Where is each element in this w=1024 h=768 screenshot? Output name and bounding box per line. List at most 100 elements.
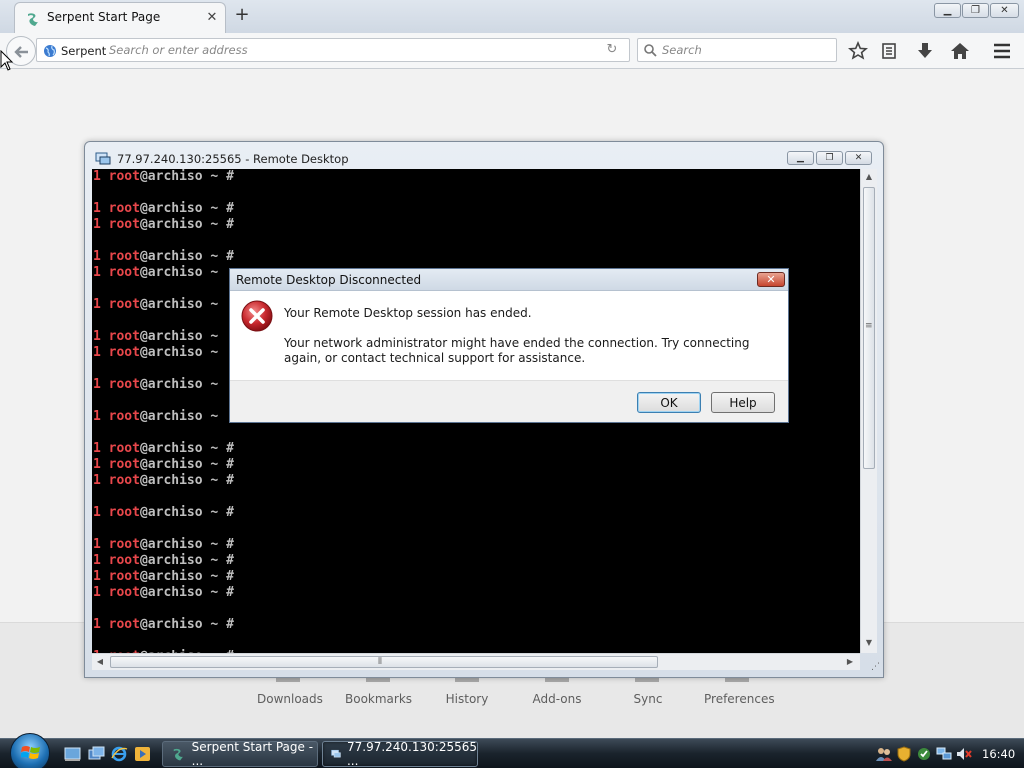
terminal-username: root — [108, 201, 140, 216]
internet-explorer-icon[interactable] — [111, 746, 128, 762]
update-check-icon[interactable] — [916, 746, 932, 762]
terminal-hostname: @archiso — [139, 249, 203, 264]
remote-desktop-icon — [95, 152, 111, 165]
security-shield-icon[interactable] — [896, 746, 912, 762]
dialog-message: Your network administrator might have en… — [284, 336, 750, 365]
rdp-close-button[interactable]: ✕ — [845, 151, 872, 165]
terminal-hostname: @archiso — [139, 345, 203, 360]
launcher-sync[interactable]: Sync — [630, 692, 666, 706]
rdp-minimize-button[interactable]: ▁ — [787, 151, 814, 165]
terminal-hostname: @archiso — [139, 265, 203, 280]
dialog-title: Remote Desktop Disconnected — [236, 273, 422, 287]
scroll-left-arrow-icon[interactable]: ◀ — [92, 654, 108, 670]
terminal-line-number: 1 — [93, 553, 101, 568]
menu-button[interactable] — [992, 41, 1012, 61]
reload-icon[interactable]: ↻ — [603, 42, 621, 58]
browser-window-controls: ▁ ❐ ✕ — [934, 3, 1019, 19]
terminal-output: 1 root@archiso ~ # 1 root@archiso ~ #1 r… — [93, 169, 234, 653]
terminal-hostname: @archiso — [139, 585, 203, 600]
terminal-prompt-tail: ~ # — [202, 617, 234, 632]
terminal-hostname: @archiso — [139, 569, 203, 584]
launcher-preferences[interactable]: Preferences — [704, 692, 775, 706]
terminal-hostname: @archiso — [139, 297, 203, 312]
terminal-prompt-tail: ~ # — [202, 169, 234, 184]
terminal-hostname: @archiso — [139, 169, 203, 184]
scroll-right-arrow-icon[interactable]: ▶ — [842, 654, 858, 670]
terminal-line-number: 1 — [93, 473, 101, 488]
bookmark-star-button[interactable] — [848, 41, 868, 61]
launcher-bookmarks[interactable]: Bookmarks — [345, 692, 412, 706]
bookmarks-menu-button[interactable] — [879, 41, 899, 61]
tab-close-icon[interactable]: ✕ — [205, 11, 219, 25]
tab-serpent-start-page[interactable]: Serpent Start Page ✕ — [14, 2, 226, 33]
terminal-line: 1 root@archiso ~ — [93, 265, 234, 281]
resize-grip-icon[interactable]: ⋰ — [871, 663, 880, 672]
taskbar-clock[interactable]: 16:40 — [982, 747, 1015, 761]
terminal-username: root — [108, 537, 140, 552]
ok-button[interactable]: OK — [637, 392, 701, 413]
search-input[interactable] — [662, 41, 832, 59]
launcher-history[interactable]: History — [444, 692, 490, 706]
terminal-line: 1 root@archiso ~ — [93, 377, 234, 393]
start-button[interactable] — [10, 733, 50, 768]
taskbar-button-remote-desktop[interactable]: 77.97.240.130:25565 ... — [322, 740, 478, 768]
download-arrow-icon — [918, 43, 932, 58]
network-icon[interactable] — [936, 746, 952, 762]
scroll-down-arrow-icon[interactable]: ▼ — [861, 635, 877, 651]
volume-muted-icon[interactable] — [956, 746, 972, 762]
close-window-button[interactable]: ✕ — [990, 3, 1019, 18]
site-label: Serpent — [61, 44, 107, 58]
switch-windows-icon[interactable] — [88, 746, 105, 762]
terminal-hostname: @archiso — [139, 505, 203, 520]
terminal-line: 1 root@archiso ~ — [93, 329, 234, 345]
rdp-restore-button[interactable]: ❐ — [816, 151, 843, 165]
launcher-downloads[interactable]: Downloads — [257, 692, 323, 706]
terminal-line: 1 root@archiso ~ # — [93, 457, 234, 473]
windows-logo-icon — [21, 746, 40, 759]
downloads-button[interactable] — [915, 41, 935, 61]
terminal-hostname: @archiso — [139, 537, 203, 552]
terminal-prompt-tail: ~ # — [202, 201, 234, 216]
terminal-line: 1 root@archiso ~ # — [93, 505, 234, 521]
star-icon — [848, 41, 868, 60]
terminal-username: root — [108, 553, 140, 568]
media-player-icon[interactable] — [134, 746, 151, 762]
terminal-hostname: @archiso — [139, 457, 203, 472]
terminal-prompt-tail: ~ # — [202, 569, 234, 584]
terminal-username: root — [108, 441, 140, 456]
rdp-window-controls: ▁ ❐ ✕ — [787, 151, 872, 165]
dialog-close-button[interactable]: ✕ — [757, 272, 785, 287]
help-button[interactable]: Help — [711, 392, 775, 413]
terminal-username: root — [108, 377, 140, 392]
globe-icon — [44, 45, 56, 57]
rdp-titlebar: 77.97.240.130:25565 - Remote Desktop — [95, 151, 349, 167]
horizontal-scrollbar[interactable]: ◀ ⦀ ▶ — [92, 653, 860, 670]
terminal-line: 1 root@archiso ~ # — [93, 585, 234, 601]
rdp-title: 77.97.240.130:25565 - Remote Desktop — [117, 152, 349, 166]
users-tray-icon[interactable] — [876, 746, 892, 762]
new-tab-plus-icon[interactable]: + — [232, 5, 252, 25]
address-input[interactable] — [109, 41, 589, 59]
terminal-line-number: 1 — [93, 265, 101, 280]
horizontal-scroll-thumb[interactable] — [110, 656, 658, 668]
site-identity[interactable]: Serpent — [43, 43, 106, 59]
terminal-line-number: 1 — [93, 617, 101, 632]
maximize-button[interactable]: ❐ — [962, 3, 989, 18]
remote-desktop-taskbar-icon — [331, 749, 341, 758]
serpent-logo-icon — [25, 11, 41, 27]
minimize-button[interactable]: ▁ — [934, 3, 961, 18]
browser-titlebar: Serpent Start Page ✕ + ▁ ❐ ✕ — [0, 0, 1024, 33]
scroll-up-arrow-icon[interactable]: ▲ — [861, 169, 877, 185]
launcher-add-ons[interactable]: Add-ons — [531, 692, 583, 706]
search-bar[interactable] — [637, 38, 837, 62]
url-bar[interactable]: Serpent ↻ — [36, 38, 630, 62]
show-desktop-icon[interactable] — [64, 746, 81, 762]
home-button[interactable] — [950, 41, 970, 61]
vertical-scrollbar[interactable]: ▲ ≡ ▼ — [860, 169, 877, 653]
taskbar-button-browser[interactable]: Serpent Start Page - ... — [162, 740, 318, 768]
